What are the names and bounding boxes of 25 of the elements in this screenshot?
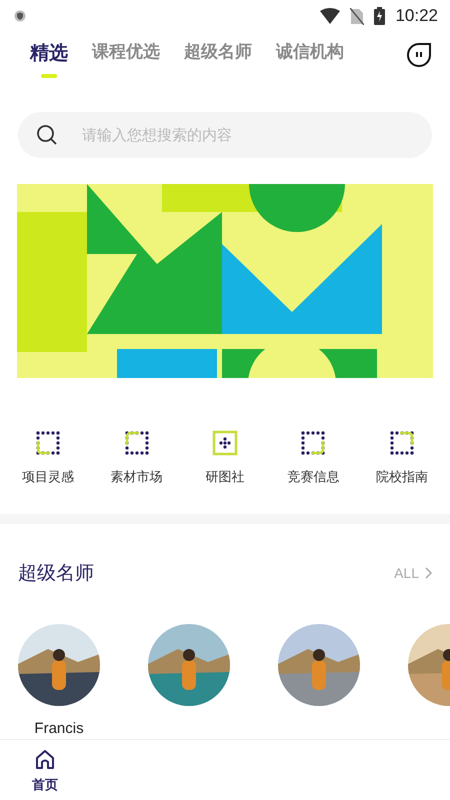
search-field[interactable]: 请输入您想搜索的内容	[18, 112, 432, 158]
chevron-right-icon	[425, 567, 432, 579]
home-icon	[33, 748, 57, 772]
battery-charging-icon	[374, 7, 386, 25]
status-time: 10:22	[395, 6, 438, 26]
no-sim-icon	[350, 8, 364, 24]
dotted-square-icon	[124, 430, 150, 456]
shortcut-link[interactable]: 竞赛信息	[269, 430, 358, 486]
wifi-icon	[320, 8, 340, 24]
category-tab[interactable]: 精选	[30, 40, 68, 78]
shortcut-link[interactable]: 素材市场	[92, 430, 181, 486]
search-icon	[36, 124, 58, 146]
shortcut-link[interactable]: 项目灵感	[4, 430, 92, 486]
shortcut-link[interactable]: 院校指南	[358, 430, 446, 486]
grid-dots-icon	[212, 430, 238, 456]
section-title: 超级名师	[18, 561, 94, 586]
chat-bubble-icon[interactable]	[406, 42, 432, 68]
search-input[interactable]: 请输入您想搜索的内容	[80, 125, 414, 145]
dotted-square-icon	[300, 430, 326, 456]
nav-tab[interactable]: 首页	[0, 740, 90, 800]
shield-icon	[14, 10, 26, 22]
shortcut-link[interactable]: 研图社	[180, 430, 270, 486]
dotted-square-icon	[35, 430, 62, 456]
dotted-square-icon	[388, 430, 415, 456]
teacher-name: Francis	[34, 720, 84, 739]
